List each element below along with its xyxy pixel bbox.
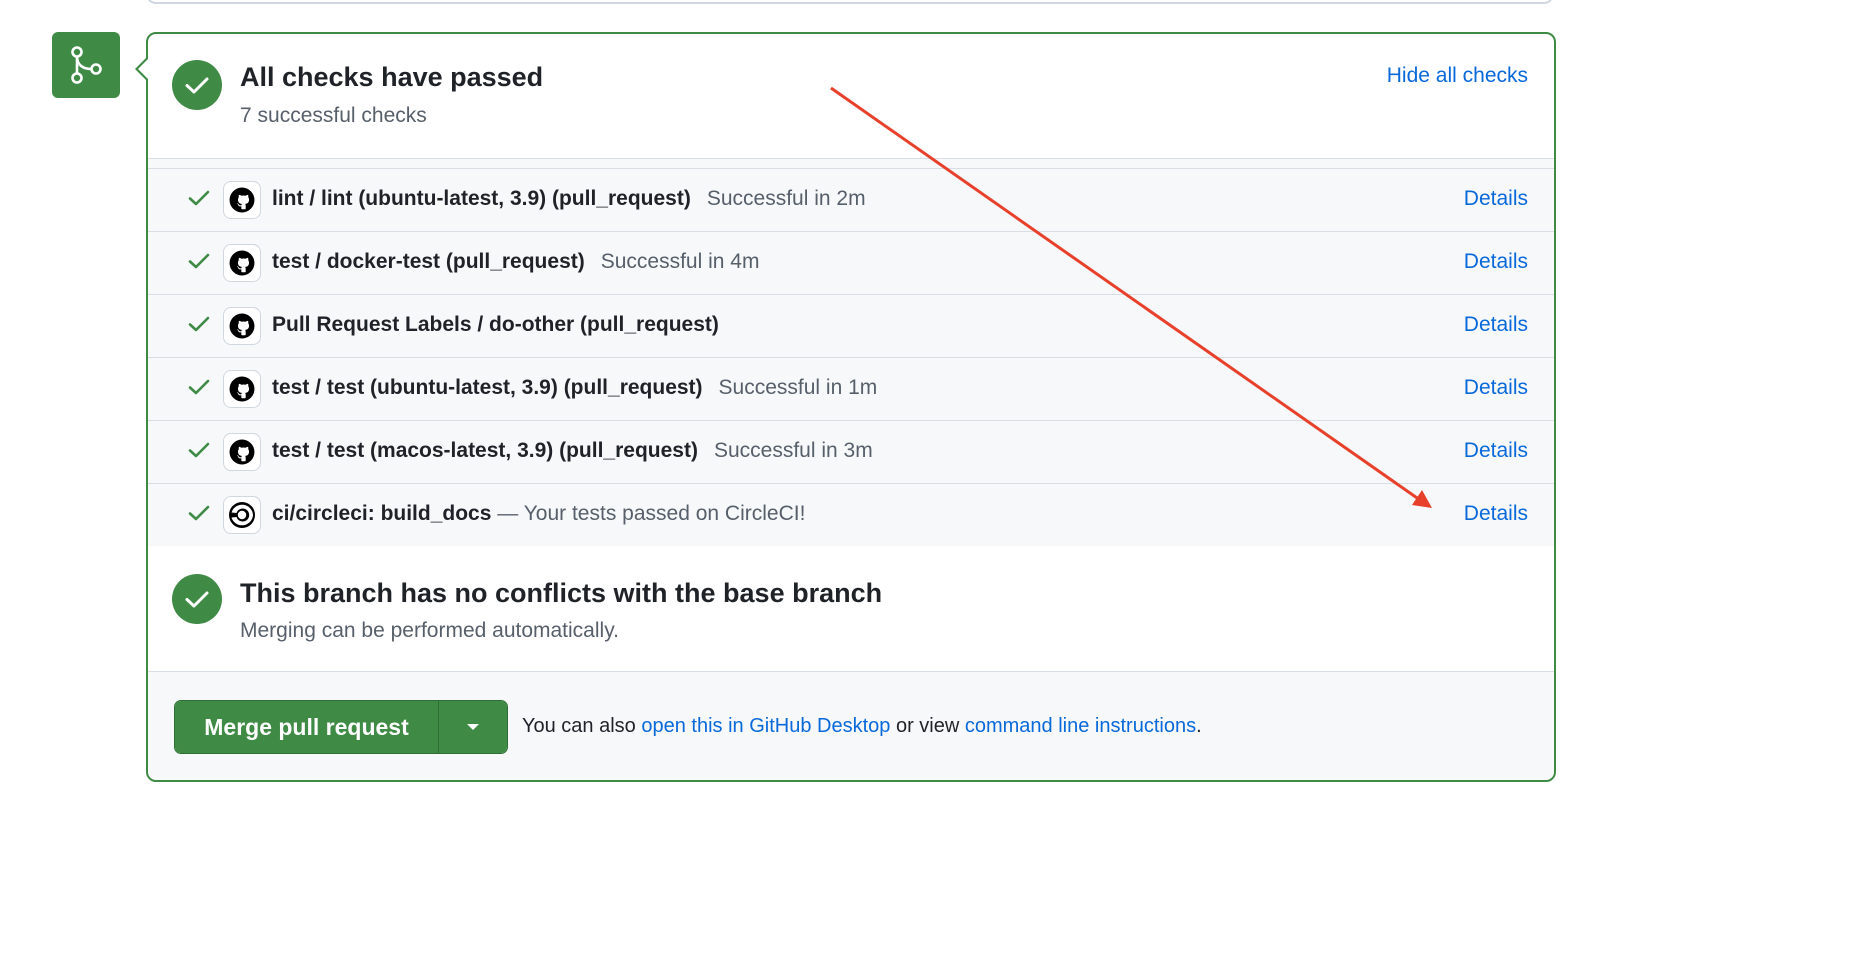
check-name: Pull Request Labels / do-other (pull_req… [272, 313, 719, 336]
checks-passed-icon [172, 60, 222, 110]
check-success-icon [188, 378, 210, 401]
check-name: test / test (ubuntu-latest, 3.9) (pull_r… [272, 376, 703, 399]
merge-options-dropdown[interactable] [439, 701, 507, 753]
check-row: Pull Request Labels / do-other (pull_req… [148, 295, 1554, 358]
no-conflicts-icon [172, 574, 222, 624]
check-name: ci/circleci: build_docs [272, 502, 492, 525]
merge-pull-request-button[interactable]: Merge pull request [175, 701, 439, 753]
check-duration: Successful in 2m [706, 187, 866, 210]
check-duration: Successful in 1m [718, 376, 878, 399]
check-details-link[interactable]: Details [1464, 502, 1528, 526]
github-icon [223, 433, 261, 471]
caret-down-icon [467, 724, 479, 730]
check-row: test / docker-test (pull_request) Success… [148, 232, 1554, 295]
check-details-link[interactable]: Details [1464, 187, 1528, 211]
check-success-icon [188, 441, 210, 464]
branch-status-subtitle: Merging can be performed automatically. [240, 619, 619, 642]
check-details-link[interactable]: Details [1464, 439, 1528, 463]
check-name: test / test (macos-latest, 3.9) (pull_re… [272, 439, 698, 462]
check-success-icon [188, 504, 210, 527]
check-description: — Your tests passed on CircleCI! [491, 502, 806, 525]
merge-footer: Merge pull request You can also open thi… [148, 672, 1554, 780]
github-icon [223, 181, 261, 219]
check-details-link[interactable]: Details [1464, 250, 1528, 274]
check-name: lint / lint (ubuntu-latest, 3.9) (pull_r… [272, 187, 691, 210]
hide-all-checks-link[interactable]: Hide all checks [1387, 64, 1528, 88]
branch-status-section: This branch has no conflicts with the ba… [148, 546, 1554, 672]
check-row: lint / lint (ubuntu-latest, 3.9) (pull_r… [148, 169, 1554, 232]
checks-title: All checks have passed [240, 62, 544, 92]
previous-timeline-box [146, 0, 1554, 4]
check-duration: Successful in 3m [713, 439, 873, 462]
checks-list: lint / lint (ubuntu-latest, 3.9) (pull_r… [148, 158, 1554, 547]
git-merge-icon-tile [52, 32, 120, 98]
git-merge-icon [71, 46, 102, 84]
github-desktop-link[interactable]: open this in GitHub Desktop [641, 715, 890, 737]
github-icon [223, 370, 261, 408]
check-row: ci/circleci: build_docs — Your tests pas… [148, 484, 1554, 547]
check-row: test / test (macos-latest, 3.9) (pull_re… [148, 421, 1554, 484]
circleci-icon [223, 496, 261, 534]
merge-note: You can also open this in GitHub Desktop… [522, 715, 1202, 737]
check-duration: Successful in 4m [600, 250, 760, 273]
check-details-link[interactable]: Details [1464, 376, 1528, 400]
github-icon [223, 307, 261, 345]
check-row: test / test (ubuntu-latest, 3.9) (pull_r… [148, 358, 1554, 421]
check-name: test / docker-test (pull_request) [272, 250, 585, 273]
check-success-icon [188, 252, 210, 275]
command-line-instructions-link[interactable]: command line instructions [965, 715, 1196, 737]
merge-status-panel: All checks have passed 7 successful chec… [135, 32, 1556, 782]
merge-button-group: Merge pull request [174, 700, 508, 754]
branch-status-title: This branch has no conflicts with the ba… [240, 578, 883, 608]
check-details-link[interactable]: Details [1464, 313, 1528, 337]
github-icon [223, 244, 261, 282]
checks-count: 7 successful checks [240, 104, 427, 127]
check-success-icon [188, 189, 210, 212]
check-success-icon [188, 315, 210, 338]
